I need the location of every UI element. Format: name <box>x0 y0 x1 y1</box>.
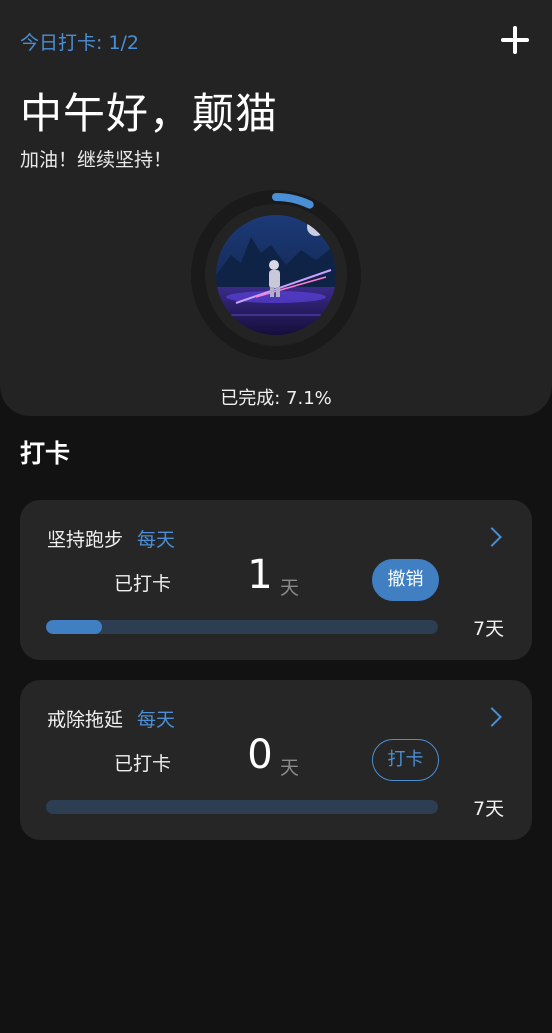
today-checkin-count: 今日打卡: 1/2 <box>20 32 140 54</box>
avatar[interactable] <box>216 215 336 335</box>
habit-frequency: 每天 <box>137 709 176 731</box>
chevron-right-icon[interactable] <box>482 527 502 547</box>
habit-frequency: 每天 <box>137 529 176 551</box>
habit-progress-bar <box>46 800 438 814</box>
chevron-right-icon[interactable] <box>482 707 502 727</box>
day-unit: 天 <box>280 577 300 599</box>
habit-card[interactable]: 戒除拖延 每天 已打卡 0 天 打卡 7天 <box>20 680 532 840</box>
day-unit: 天 <box>280 757 300 779</box>
habit-name: 坚持跑步 <box>47 529 124 551</box>
checkin-button[interactable]: 打卡 <box>372 739 439 781</box>
habit-goal: 7天 <box>473 618 505 640</box>
avatar-image <box>216 215 336 335</box>
habit-goal: 7天 <box>473 798 505 820</box>
habit-progress-fill <box>46 620 103 634</box>
plus-icon[interactable] <box>499 24 531 56</box>
habit-name: 戒除拖延 <box>47 709 124 731</box>
header-card: 今日打卡: 1/2 中午好，颠猫 加油！继续坚持！ 已完成: 7.1% <box>0 0 552 416</box>
section-title-checkin: 打卡 <box>20 439 71 468</box>
habit-progress-bar <box>46 620 438 634</box>
undo-button[interactable]: 撤销 <box>372 559 439 601</box>
habit-card[interactable]: 坚持跑步 每天 已打卡 1 天 撤销 7天 <box>20 500 532 660</box>
checked-in-label: 已打卡 <box>114 573 172 595</box>
motto-text: 加油！继续坚持！ <box>20 149 173 171</box>
completion-percentage: 已完成: 7.1% <box>220 388 332 409</box>
app-page: 今日打卡: 1/2 中午好，颠猫 加油！继续坚持！ 已完成: 7.1% 打卡 坚… <box>0 0 552 1033</box>
progress-ring <box>189 188 363 362</box>
checked-in-label: 已打卡 <box>114 753 172 775</box>
greeting-title: 中午好，颠猫 <box>20 89 279 138</box>
